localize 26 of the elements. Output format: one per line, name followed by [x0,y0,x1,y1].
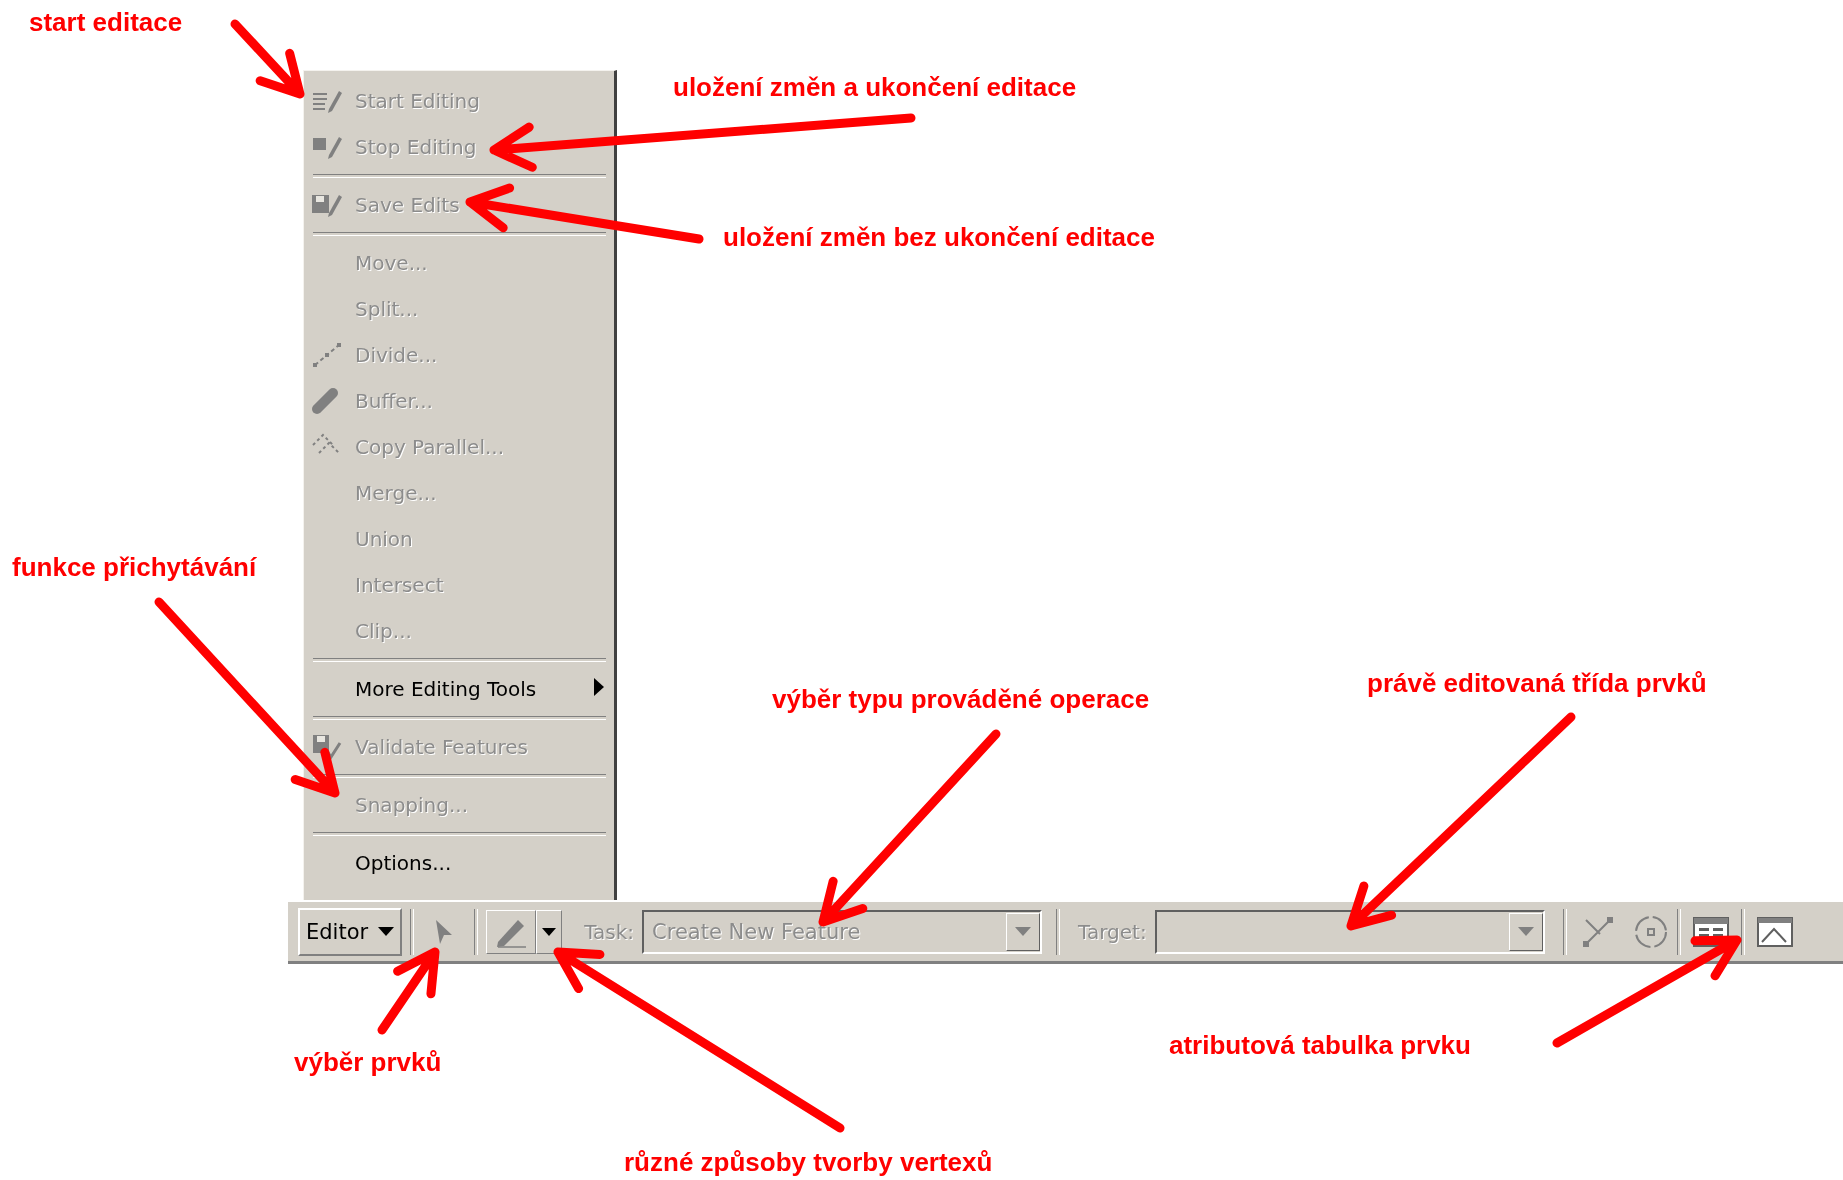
submenu-arrow-icon [594,678,604,696]
sketch-tool-button[interactable] [486,909,537,954]
dropdown-button[interactable] [536,909,563,954]
annotation-label: uložení změn bez ukončení editace [723,221,1155,254]
annotation-label: uložení změn a ukončení editace [673,71,1077,104]
target-label: Target: [1078,919,1147,944]
dotted-line-icon [311,341,343,369]
line-tool-icon[interactable] [1580,914,1615,949]
annotation-label: výběr typu prováděné operace [772,683,1150,716]
rotate-tool-icon[interactable] [1632,913,1669,950]
menu-item[interactable]: More Editing Tools [307,666,610,712]
sketch-window-icon[interactable] [1756,916,1793,947]
annotation-label: různé způsoby tvorby vertexů [624,1146,993,1179]
editor-menu-button[interactable]: Editor [298,907,403,956]
caret-icon [1517,927,1534,936]
task-label: Task: [584,919,635,944]
annotation-label: atributová tabulka prvku [1169,1029,1471,1062]
annotation-label: právě editovaná třída prvků [1367,667,1707,700]
disk-check-icon [311,733,343,761]
annotation-label: výběr prvků [294,1046,442,1079]
caret-icon [378,927,395,936]
menu-item[interactable]: Options... [307,840,610,886]
caret-icon [542,927,557,936]
caret-icon [1015,927,1032,936]
annotation-label: funkce přichytávání [12,551,257,584]
annotation-label: start editace [29,6,183,39]
